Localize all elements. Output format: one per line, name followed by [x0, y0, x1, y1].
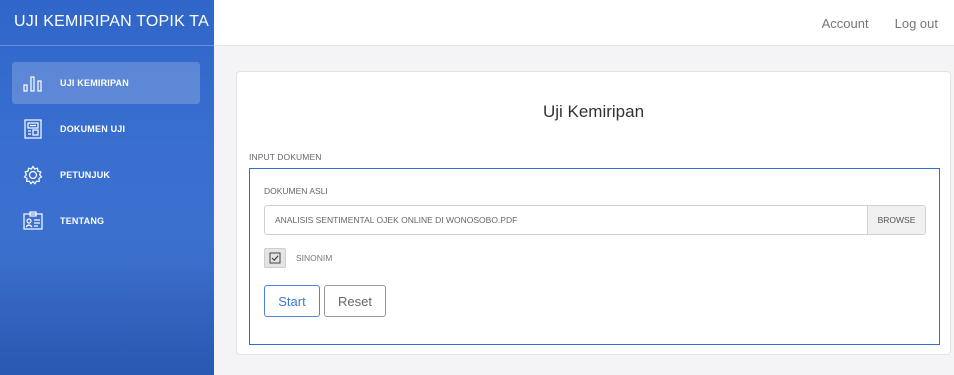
file-input[interactable]: ANALISIS SENTIMENTAL OJEK ONLINE DI WONO…	[264, 205, 926, 235]
sidebar: UJI KEMIRIPAN TOPIK TA UJI KEMIRIPAN DOK…	[0, 0, 214, 375]
sidebar-item-label: DOKUMEN UJI	[60, 124, 126, 134]
sidebar-item-label: TENTANG	[60, 216, 105, 226]
start-button[interactable]: Start	[264, 285, 320, 317]
checkbox-checked-icon	[269, 252, 281, 264]
reset-button[interactable]: Reset	[324, 285, 386, 317]
app-title[interactable]: UJI KEMIRIPAN TOPIK TA	[0, 0, 214, 46]
sidebar-item-tentang[interactable]: TENTANG	[12, 200, 200, 242]
account-link[interactable]: Account	[822, 16, 869, 31]
main-card: Uji Kemiripan INPUT DOKUMEN DOKUMEN ASLI…	[236, 71, 951, 355]
top-links: Account Log out	[822, 0, 938, 46]
sidebar-nav: UJI KEMIRIPAN DOKUMEN UJI PETUNJUK TENTA…	[0, 46, 214, 242]
input-dokumen-label: INPUT DOKUMEN	[249, 152, 322, 162]
bar-chart-icon	[22, 72, 44, 94]
sidebar-item-label: PETUNJUK	[60, 170, 111, 180]
sinonim-label: SINONIM	[296, 253, 333, 263]
browse-button[interactable]: BROWSE	[867, 206, 925, 234]
document-icon	[22, 118, 44, 140]
top-bar: Account Log out	[214, 0, 954, 46]
sidebar-item-dokumen-uji[interactable]: DOKUMEN UJI	[12, 108, 200, 150]
logout-link[interactable]: Log out	[895, 16, 938, 31]
sinonim-checkbox[interactable]	[264, 248, 286, 268]
gear-icon	[22, 164, 44, 186]
sidebar-item-petunjuk[interactable]: PETUNJUK	[12, 154, 200, 196]
input-dokumen-panel: DOKUMEN ASLI ANALISIS SENTIMENTAL OJEK O…	[249, 168, 940, 345]
sidebar-item-label: UJI KEMIRIPAN	[60, 78, 129, 88]
dokumen-asli-label: DOKUMEN ASLI	[264, 186, 328, 196]
file-path-field[interactable]: ANALISIS SENTIMENTAL OJEK ONLINE DI WONO…	[265, 206, 867, 234]
sidebar-item-uji-kemiripan[interactable]: UJI KEMIRIPAN	[12, 62, 200, 104]
page-title: Uji Kemiripan	[542, 102, 645, 121]
id-card-icon	[22, 210, 44, 232]
